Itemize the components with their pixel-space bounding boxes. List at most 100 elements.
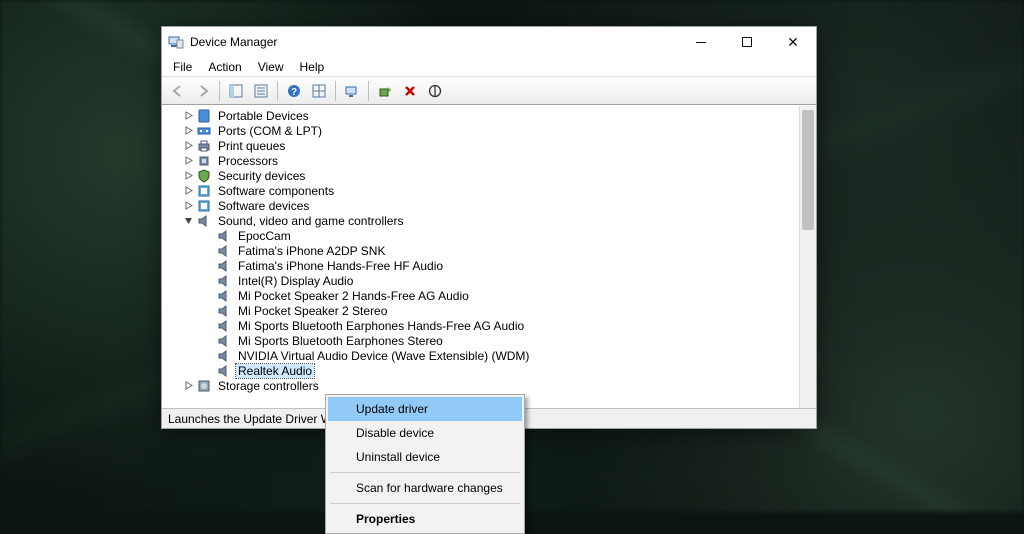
app-icon [168, 34, 184, 50]
speaker-icon [216, 228, 232, 244]
speaker-icon [216, 288, 232, 304]
expand-icon[interactable] [182, 125, 194, 137]
expand-icon[interactable] [182, 140, 194, 152]
toolbar: ? [162, 77, 816, 105]
tree-item-label: Print queues [216, 139, 287, 153]
speaker-icon [216, 258, 232, 274]
context-menu-item[interactable]: Scan for hardware changes [328, 476, 522, 500]
device-tree[interactable]: Portable DevicesPorts (COM & LPT)Print q… [162, 106, 799, 408]
tree-item-label: Sound, video and game controllers [216, 214, 405, 228]
tree-item-label: Portable Devices [216, 109, 311, 123]
show-hide-console-tree-button[interactable] [224, 80, 248, 102]
back-button[interactable] [166, 80, 190, 102]
tree-child-item[interactable]: Fatima's iPhone Hands-Free HF Audio [162, 258, 799, 273]
speaker-icon [196, 213, 212, 229]
speaker-icon [216, 348, 232, 364]
tree-child-item[interactable]: Mi Sports Bluetooth Earphones Stereo [162, 333, 799, 348]
context-menu-separator [330, 472, 520, 473]
tree-item-label: Software devices [216, 199, 311, 213]
tree-item[interactable]: Portable Devices [162, 108, 799, 123]
tree-item-label: Processors [216, 154, 280, 168]
expand-icon[interactable] [182, 185, 194, 197]
expand-icon[interactable] [182, 170, 194, 182]
title-bar[interactable]: Device Manager ✕ [162, 27, 816, 57]
speaker-icon [216, 243, 232, 259]
tree-child-item-selected[interactable]: Realtek Audio [162, 363, 799, 378]
context-menu: Update driverDisable deviceUninstall dev… [325, 394, 525, 534]
tree-item[interactable]: Processors [162, 153, 799, 168]
device-blue-icon [196, 108, 212, 124]
close-button[interactable]: ✕ [770, 27, 816, 57]
expand-icon[interactable] [182, 380, 194, 392]
tree-item-expanded[interactable]: Sound, video and game controllers [162, 213, 799, 228]
expand-icon[interactable] [182, 155, 194, 167]
tree-item-label: Intel(R) Display Audio [236, 274, 355, 288]
help-button[interactable]: ? [282, 80, 306, 102]
update-driver-button[interactable] [373, 80, 397, 102]
menu-file[interactable]: File [166, 58, 199, 76]
tree-item-label: Software components [216, 184, 336, 198]
maximize-button[interactable] [724, 27, 770, 57]
tree-item[interactable]: Ports (COM & LPT) [162, 123, 799, 138]
tree-child-item[interactable]: Mi Pocket Speaker 2 Stereo [162, 303, 799, 318]
tree-item-label: Security devices [216, 169, 307, 183]
tree-child-item[interactable]: EpocCam [162, 228, 799, 243]
expand-icon[interactable] [182, 200, 194, 212]
tree-child-item[interactable]: Intel(R) Display Audio [162, 273, 799, 288]
context-menu-item[interactable]: Disable device [328, 421, 522, 445]
tree-item[interactable]: Print queues [162, 138, 799, 153]
uninstall-device-button[interactable] [398, 80, 422, 102]
properties-button[interactable] [249, 80, 273, 102]
expand-icon[interactable] [182, 110, 194, 122]
tree-item-label: Realtek Audio [236, 364, 314, 378]
tree-child-item[interactable]: Fatima's iPhone A2DP SNK [162, 243, 799, 258]
speaker-icon [216, 318, 232, 334]
speaker-icon [216, 303, 232, 319]
tree-item-label: Mi Sports Bluetooth Earphones Stereo [236, 334, 445, 348]
action-grid-button[interactable] [307, 80, 331, 102]
tree-item-label: Mi Pocket Speaker 2 Stereo [236, 304, 389, 318]
tree-item[interactable]: Security devices [162, 168, 799, 183]
scrollbar-thumb[interactable] [802, 110, 814, 230]
cpu-icon [196, 153, 212, 169]
menu-bar: File Action View Help [162, 57, 816, 77]
tree-item-label: Mi Pocket Speaker 2 Hands-Free AG Audio [236, 289, 471, 303]
tree-child-item[interactable]: NVIDIA Virtual Audio Device (Wave Extens… [162, 348, 799, 363]
tree-item-label: Ports (COM & LPT) [216, 124, 324, 138]
component-icon [196, 198, 212, 214]
scrollbar[interactable] [799, 106, 816, 408]
tree-item-label: Fatima's iPhone A2DP SNK [236, 244, 387, 258]
tree-item-label: Storage controllers [216, 379, 321, 393]
tree-item-label: Mi Sports Bluetooth Earphones Hands-Free… [236, 319, 526, 333]
device-manager-window: Device Manager ✕ File Action View Help ?… [161, 26, 817, 429]
tree-item[interactable]: Software devices [162, 198, 799, 213]
menu-action[interactable]: Action [201, 58, 248, 76]
tree-item[interactable]: Storage controllers [162, 378, 799, 393]
context-menu-item[interactable]: Update driver [328, 397, 522, 421]
port-icon [196, 123, 212, 139]
disable-device-button[interactable] [423, 80, 447, 102]
speaker-icon [216, 363, 232, 379]
svg-text:?: ? [291, 87, 297, 98]
speaker-icon [216, 333, 232, 349]
component-icon [196, 183, 212, 199]
printer-icon [196, 138, 212, 154]
context-menu-item[interactable]: Properties [328, 507, 522, 531]
tree-child-item[interactable]: Mi Sports Bluetooth Earphones Hands-Free… [162, 318, 799, 333]
window-title: Device Manager [190, 35, 277, 49]
tree-item-label: NVIDIA Virtual Audio Device (Wave Extens… [236, 349, 531, 363]
collapse-icon[interactable] [182, 215, 194, 227]
menu-view[interactable]: View [251, 58, 291, 76]
tree-child-item[interactable]: Mi Pocket Speaker 2 Hands-Free AG Audio [162, 288, 799, 303]
security-icon [196, 168, 212, 184]
minimize-button[interactable] [678, 27, 724, 57]
tree-item-label: EpocCam [236, 229, 293, 243]
context-menu-separator [330, 503, 520, 504]
menu-help[interactable]: Help [293, 58, 332, 76]
context-menu-item[interactable]: Uninstall device [328, 445, 522, 469]
scan-hardware-button[interactable] [340, 80, 364, 102]
tree-item[interactable]: Software components [162, 183, 799, 198]
forward-button[interactable] [191, 80, 215, 102]
storage-icon [196, 378, 212, 394]
speaker-icon [216, 273, 232, 289]
